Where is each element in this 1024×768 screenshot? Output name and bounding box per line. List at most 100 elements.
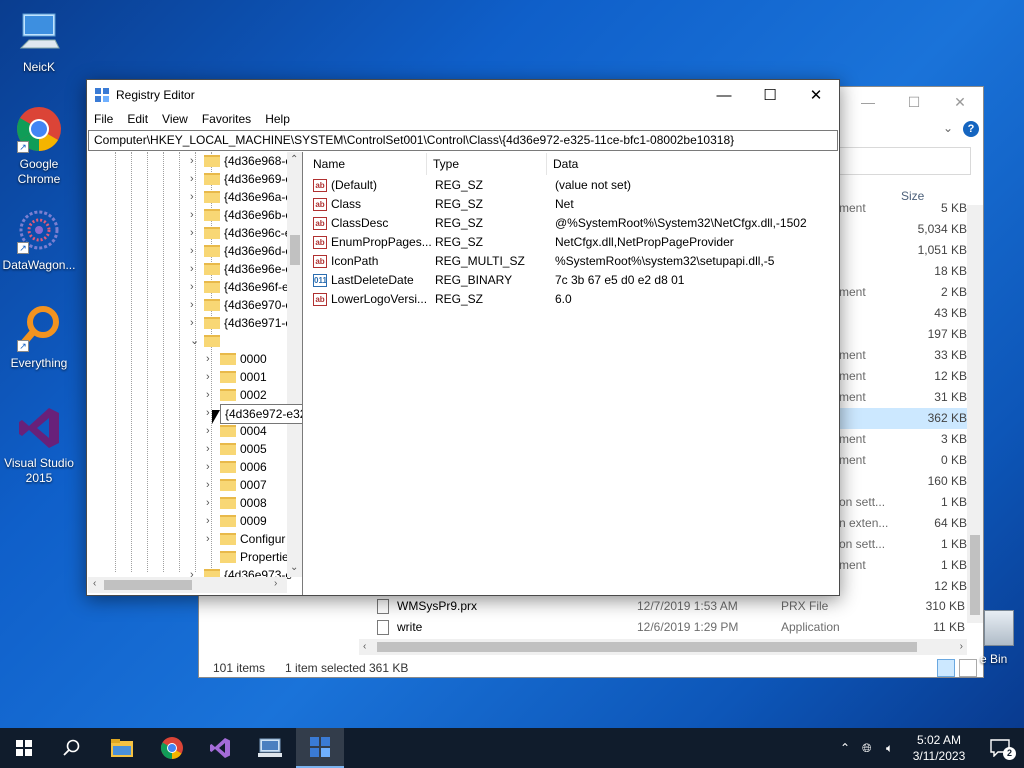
list-item[interactable]: ment 5 KB: [839, 198, 967, 219]
chevron-right-icon[interactable]: ›: [190, 152, 200, 170]
chevron-right-icon[interactable]: ›: [206, 458, 216, 476]
list-item[interactable]: n exten... 64 KB: [839, 513, 967, 534]
chevron-right-icon[interactable]: ›: [206, 494, 216, 512]
large-icons-view-icon[interactable]: [959, 659, 977, 677]
taskbar-network-app[interactable]: [246, 728, 294, 768]
list-item[interactable]: 5,034 KB: [839, 219, 967, 240]
table-row[interactable]: 011 LastDeleteDate REG_BINARY 7c 3b 67 e5 d…: [311, 271, 838, 290]
scrollbar-thumb[interactable]: [290, 235, 300, 265]
taskbar-visual-studio[interactable]: [196, 728, 244, 768]
desktop-icon-datawagon[interactable]: ↗ DataWagon...: [1, 206, 77, 272]
list-item[interactable]: ment 33 KB: [839, 345, 967, 366]
network-globe-icon[interactable]: 🌐︎: [862, 728, 872, 768]
chevron-right-icon[interactable]: ›: [190, 278, 200, 296]
list-item[interactable]: 1,051 KB: [839, 240, 967, 261]
table-row[interactable]: ab (Default) REG_SZ (value not set): [311, 176, 838, 195]
scroll-left-icon[interactable]: ‹: [363, 639, 366, 655]
taskbar-file-explorer[interactable]: [98, 728, 146, 768]
registry-editor-window[interactable]: Registry Editor — ☐ ✕ File Edit View Fav…: [86, 79, 840, 596]
taskbar-chrome[interactable]: [148, 728, 196, 768]
search-input[interactable]: [839, 147, 971, 175]
chevron-right-icon[interactable]: ›: [190, 296, 200, 314]
title-bar[interactable]: Registry Editor — ☐ ✕: [87, 80, 839, 110]
list-item[interactable]: on sett... 1 KB: [839, 492, 967, 513]
table-row[interactable]: ab ClassDesc REG_SZ @%SystemRoot%\System32\…: [311, 214, 838, 233]
scrollbar-thumb[interactable]: [104, 580, 192, 590]
table-row[interactable]: ab IconPath REG_MULTI_SZ %SystemRoot%\syste…: [311, 252, 838, 271]
tree-horizontal-scrollbar[interactable]: ‹ ›: [88, 577, 287, 593]
chevron-right-icon[interactable]: ›: [190, 260, 200, 278]
type-column-header[interactable]: Type: [427, 153, 547, 175]
list-item[interactable]: ment 2 KB: [839, 282, 967, 303]
details-view-icon[interactable]: [937, 659, 955, 677]
search-button[interactable]: [48, 728, 96, 768]
list-item[interactable]: ment 31 KB: [839, 387, 967, 408]
volume-icon[interactable]: 🔈︎: [886, 728, 893, 768]
scroll-down-icon[interactable]: ⌄: [290, 562, 298, 573]
chevron-right-icon[interactable]: ›: [206, 350, 216, 368]
help-icon[interactable]: ?: [963, 121, 979, 137]
desktop-icon-visual-studio[interactable]: Visual Studio 2015: [1, 404, 77, 486]
list-item[interactable]: 43 KB: [839, 303, 967, 324]
menu-favorites[interactable]: Favorites: [195, 110, 258, 130]
show-hidden-icons-chevron-up-icon[interactable]: ⌃: [840, 728, 850, 768]
list-item[interactable]: ment 1 KB: [839, 555, 967, 576]
list-item[interactable]: on sett... 1 KB: [839, 534, 967, 555]
chevron-right-icon[interactable]: ›: [190, 242, 200, 260]
chevron-right-icon[interactable]: ›: [206, 422, 216, 440]
table-row[interactable]: ab Class REG_SZ Net: [311, 195, 838, 214]
scrollbar-thumb[interactable]: [377, 642, 917, 652]
maximize-icon[interactable]: ☐: [747, 80, 793, 110]
menu-view[interactable]: View: [155, 110, 195, 130]
chevron-right-icon[interactable]: ›: [190, 224, 200, 242]
chevron-right-icon[interactable]: ›: [190, 188, 200, 206]
desktop-icon-neick[interactable]: NeicK: [1, 8, 77, 74]
action-center-button[interactable]: 2: [976, 728, 1024, 768]
chevron-right-icon[interactable]: ›: [206, 440, 216, 458]
scroll-left-icon[interactable]: ‹: [93, 578, 96, 589]
chevron-right-icon[interactable]: ›: [206, 386, 216, 404]
start-button[interactable]: [0, 728, 48, 768]
list-item[interactable]: 12 KB: [839, 576, 967, 597]
vertical-scrollbar[interactable]: [967, 205, 983, 623]
list-item-selected[interactable]: 362 KB: [839, 408, 967, 429]
list-item[interactable]: 160 KB: [839, 471, 967, 492]
desktop-icon-everything[interactable]: ↗ Everything: [1, 304, 77, 370]
list-item[interactable]: ment 3 KB: [839, 429, 967, 450]
tree-vertical-scrollbar[interactable]: ⌃ ⌄: [287, 152, 302, 577]
name-column-header[interactable]: Name: [307, 153, 427, 175]
desktop-icon-chrome[interactable]: ↗ Google Chrome: [1, 105, 77, 187]
scroll-right-icon[interactable]: ›: [274, 578, 277, 589]
chevron-down-icon[interactable]: ⌄: [943, 121, 953, 135]
list-item[interactable]: ment 12 KB: [839, 366, 967, 387]
chevron-down-icon[interactable]: ⌄: [190, 332, 200, 350]
chevron-right-icon[interactable]: ›: [190, 314, 200, 332]
scrollbar-thumb[interactable]: [970, 535, 980, 615]
close-icon[interactable]: ✕: [937, 87, 983, 117]
minimize-icon[interactable]: —: [701, 80, 747, 110]
key-tree[interactable]: › {4d36e968-e › {4d36e969-e › {4d36e96a-e ›…: [88, 152, 303, 595]
values-list[interactable]: Name Type Data ab (Default) REG_SZ (value n…: [307, 152, 838, 595]
data-column-header[interactable]: Data: [547, 153, 838, 175]
maximize-icon[interactable]: ☐: [891, 87, 937, 117]
chevron-right-icon[interactable]: ›: [190, 170, 200, 188]
scroll-right-icon[interactable]: ›: [960, 639, 963, 655]
menu-file[interactable]: File: [87, 110, 120, 130]
taskbar-registry-editor[interactable]: [296, 728, 344, 768]
horizontal-scrollbar[interactable]: ‹ ›: [359, 639, 967, 655]
list-item[interactable]: ment 0 KB: [839, 450, 967, 471]
desktop-icon-recycle-bin[interactable]: e Bin: [980, 610, 1014, 666]
list-item[interactable]: 197 KB: [839, 324, 967, 345]
chevron-right-icon[interactable]: ›: [190, 206, 200, 224]
address-bar[interactable]: Computer\HKEY_LOCAL_MACHINE\SYSTEM\Contr…: [88, 130, 838, 151]
close-icon[interactable]: ✕: [793, 80, 839, 110]
menu-edit[interactable]: Edit: [120, 110, 155, 130]
minimize-icon[interactable]: —: [845, 87, 891, 117]
chevron-right-icon[interactable]: ›: [206, 476, 216, 494]
chevron-right-icon[interactable]: ›: [206, 368, 216, 386]
chevron-right-icon[interactable]: ›: [206, 512, 216, 530]
list-item[interactable]: 18 KB: [839, 261, 967, 282]
menu-help[interactable]: Help: [258, 110, 297, 130]
system-clock[interactable]: 5:02 AM 3/11/2023: [906, 732, 972, 764]
table-row[interactable]: ab EnumPropPages... REG_SZ NetCfgx.dll,NetP…: [311, 233, 838, 252]
